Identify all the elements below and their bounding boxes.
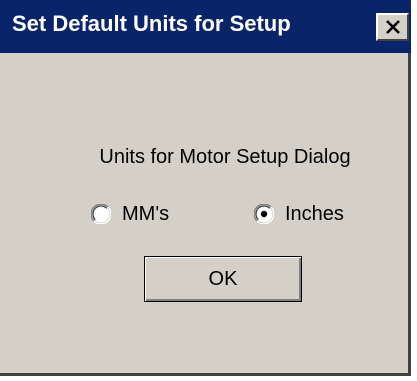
title-bar[interactable]: Set Default Units for Setup	[0, 0, 411, 53]
radio-inches-label: Inches	[285, 203, 344, 225]
close-icon	[386, 20, 400, 34]
window-title: Set Default Units for Setup	[12, 11, 291, 36]
radio-button-unselected-icon[interactable]	[91, 204, 111, 224]
ok-button[interactable]: OK	[144, 256, 302, 302]
radio-button-selected-icon[interactable]	[254, 204, 274, 224]
set-default-units-dialog: Set Default Units for Setup Units for Mo…	[0, 0, 411, 376]
radio-mms-label: MM's	[122, 203, 170, 225]
close-button[interactable]	[376, 13, 409, 41]
units-group-label: Units for Motor Setup Dialog	[99, 146, 351, 168]
